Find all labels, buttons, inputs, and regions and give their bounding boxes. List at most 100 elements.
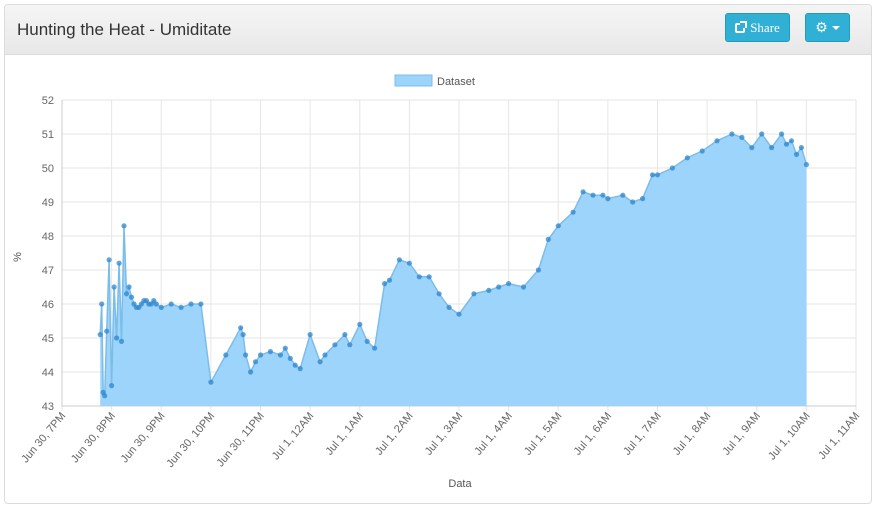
data-point: [590, 192, 596, 198]
data-point: [347, 342, 353, 348]
data-point: [426, 274, 432, 280]
settings-dropdown-button[interactable]: ⚙: [805, 13, 850, 42]
data-point: [382, 281, 388, 287]
data-point: [630, 199, 636, 205]
y-tick-label: 52: [42, 95, 54, 107]
x-tick-label: Jul 1, 2AM: [373, 410, 416, 458]
data-point: [97, 332, 103, 338]
data-point: [188, 301, 194, 307]
data-point: [99, 301, 105, 307]
data-point: [257, 352, 264, 358]
share-icon: [735, 20, 748, 33]
y-tick-label: 44: [42, 367, 54, 379]
data-point: [386, 277, 393, 283]
data-point: [208, 379, 214, 385]
data-point: [342, 332, 348, 338]
data-point: [506, 281, 512, 287]
data-point: [287, 355, 293, 361]
data-point: [555, 223, 561, 229]
gear-icon: ⚙: [815, 19, 828, 35]
x-tick-label: Jul 1, 1AM: [323, 410, 366, 458]
data-point: [793, 151, 800, 157]
data-point: [739, 134, 745, 140]
x-tick-label: Jul 1, 9AM: [720, 410, 763, 458]
data-point: [102, 393, 108, 399]
data-point: [109, 383, 115, 389]
data-point: [307, 332, 313, 338]
data-point: [128, 294, 135, 300]
data-point: [684, 155, 690, 161]
data-point: [396, 257, 402, 263]
data-point: [654, 172, 661, 178]
data-point: [520, 284, 527, 290]
data-point: [357, 321, 363, 327]
x-axis-label: Data: [448, 478, 472, 490]
data-point: [714, 138, 720, 144]
data-point: [116, 260, 122, 266]
data-point: [600, 192, 606, 198]
data-point: [570, 209, 576, 215]
legend-swatch: [394, 74, 433, 87]
data-point: [779, 131, 785, 137]
data-point: [580, 189, 586, 195]
x-tick-label: Jul 1, 10AM: [766, 410, 813, 462]
data-point: [322, 352, 328, 358]
data-point: [803, 162, 810, 168]
y-tick-label: 48: [42, 231, 54, 243]
data-point: [282, 345, 288, 351]
y-tick-label: 47: [42, 265, 54, 277]
page-title: Hunting the Heat - Umiditate: [17, 20, 232, 39]
data-point: [240, 332, 246, 338]
x-tick-label: Jun 30, 9PM: [119, 410, 168, 465]
x-tick-label: Jul 1, 7AM: [621, 410, 664, 458]
x-tick-label: Jun 30, 7PM: [19, 410, 68, 465]
x-tick-label: Jun 30, 10PM: [164, 410, 217, 470]
data-point: [158, 304, 164, 310]
y-tick-label: 49: [42, 197, 54, 209]
data-point: [798, 145, 805, 151]
data-point: [238, 325, 244, 331]
data-point: [297, 366, 303, 372]
x-tick-label: Jul 1, 5AM: [522, 410, 565, 458]
panel-header: Hunting the Heat - Umiditate Share ⚙: [5, 5, 871, 55]
data-point: [759, 131, 765, 137]
y-tick-label: 46: [42, 299, 54, 311]
data-point: [126, 284, 132, 290]
data-point: [436, 291, 442, 297]
data-point: [178, 304, 184, 310]
data-point: [496, 284, 502, 290]
data-point: [267, 349, 273, 355]
data-point: [769, 145, 775, 151]
data-point: [168, 301, 174, 307]
data-point: [118, 338, 125, 344]
y-axis-label: %: [12, 252, 24, 262]
data-point: [471, 291, 477, 297]
chart-legend[interactable]: Dataset: [394, 74, 475, 88]
data-point: [620, 192, 626, 198]
legend-label: Dataset: [437, 76, 475, 88]
data-point: [783, 141, 790, 147]
y-tick-label: 45: [42, 333, 54, 345]
data-point: [243, 352, 249, 358]
x-tick-label: Jul 1, 3AM: [423, 410, 466, 458]
x-tick-label: Jul 1, 11AM: [816, 410, 862, 462]
data-point: [198, 301, 204, 307]
data-point: [121, 223, 127, 229]
data-point: [699, 148, 705, 154]
data-point: [223, 352, 229, 358]
data-point: [605, 196, 611, 202]
share-button[interactable]: Share: [725, 13, 790, 42]
humidity-chart: Dataset 43 44 45 46 47 48 49 50 51 52 Jun 30, 7PM…: [12, 74, 862, 490]
y-tick-label: 50: [42, 163, 54, 175]
data-point: [364, 338, 370, 344]
data-point: [640, 196, 646, 202]
data-point: [292, 362, 298, 368]
data-point: [104, 328, 110, 334]
data-point: [669, 165, 676, 171]
data-point: [486, 287, 492, 293]
data-point: [406, 260, 412, 266]
data-point: [153, 301, 159, 307]
data-point: [416, 274, 422, 280]
x-tick-label: Jun 30, 8PM: [69, 410, 118, 465]
caret-down-icon: [831, 25, 840, 30]
